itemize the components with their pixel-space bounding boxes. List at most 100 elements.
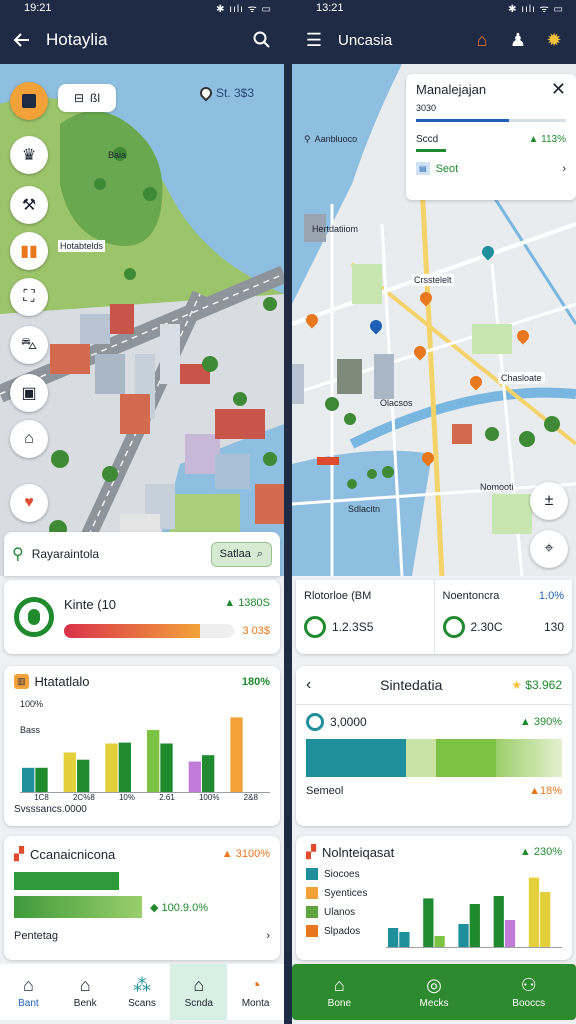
nav-label: Monta bbox=[241, 997, 270, 1009]
plus-icon: ± bbox=[544, 492, 554, 509]
chart-bar bbox=[22, 767, 35, 793]
status-time: 13:21 bbox=[316, 2, 344, 14]
stats-icon: ▞ bbox=[14, 846, 24, 861]
ring-icon bbox=[304, 616, 326, 638]
locate-button[interactable]: ⌖ bbox=[530, 530, 568, 568]
stats-left-value: 1.2.3S5 bbox=[332, 620, 374, 634]
nav-item-home[interactable]: ⌂ Bone bbox=[292, 964, 387, 1020]
chevron-right-icon[interactable]: › bbox=[266, 930, 270, 942]
chart-tick-label: 2&8 bbox=[243, 793, 258, 802]
category-bus-button[interactable]: ▣ bbox=[10, 374, 48, 412]
chart-bar bbox=[63, 752, 76, 793]
search-submit-button[interactable]: Satlaa ⌕ bbox=[210, 541, 272, 567]
map-badge-label: St. 3$3 bbox=[216, 86, 255, 100]
map-label-c: Crsstelelt bbox=[412, 274, 454, 286]
progress-ring-icon bbox=[14, 597, 54, 637]
notification-icon[interactable]: ♟ bbox=[506, 28, 530, 52]
chip-icon: ⊟ bbox=[73, 91, 85, 105]
chart-bar bbox=[188, 761, 201, 793]
stats-right-title: Noentoncra bbox=[442, 590, 500, 602]
home-icon: ⌂ bbox=[24, 430, 34, 447]
scan-icon: ⁂ bbox=[132, 974, 151, 995]
map-label-f: Sdlacitn bbox=[348, 504, 381, 514]
right-phone-screen: 13:21 ✱ ıılı ᯤ ▭ ☰ Uncasia ⌂ ♟ ✹ ⚲ Aanbl… bbox=[292, 0, 576, 1024]
map-label-park: Baia bbox=[108, 150, 127, 160]
chevron-right-icon[interactable]: › bbox=[562, 163, 566, 175]
nav-item-scans[interactable]: ⁂ Scans bbox=[114, 964, 171, 1020]
place-popup[interactable]: Manalejajan ✕ 3030 Sccd ▲ 113% ▤ Seot › bbox=[406, 74, 576, 200]
location-pin-icon bbox=[197, 84, 215, 102]
chart-bar bbox=[540, 892, 551, 948]
legend-item: Siocoes bbox=[306, 868, 382, 880]
car-icon: ⛍ bbox=[20, 336, 38, 353]
map-chip-label: ßl bbox=[90, 91, 101, 105]
bar-chart bbox=[20, 717, 270, 793]
nav-item-booccs[interactable]: ⚇ Booccs bbox=[481, 964, 576, 1020]
category-tools-button[interactable]: ⚒ bbox=[10, 186, 48, 224]
gps-icon: ⌖ bbox=[544, 540, 554, 557]
nav-item-bank[interactable]: ⌂ Benk bbox=[57, 964, 114, 1020]
nav-item-monta[interactable]: ◔ Monta bbox=[227, 964, 284, 1020]
chart-bar bbox=[528, 877, 540, 948]
nav-item-mecks[interactable]: ◎ Mecks bbox=[387, 964, 482, 1020]
menu-icon[interactable]: ☰ bbox=[302, 28, 326, 52]
settings-gear-icon[interactable]: ✹ bbox=[542, 28, 566, 52]
screen-divider bbox=[284, 0, 292, 1024]
summary-card[interactable]: ‹ Sintedatia ★ $3.962 3,0000 ▲ 390% Seme… bbox=[296, 666, 572, 826]
street-map[interactable]: ⚲ Aanbluoco Hertdatiiom Crsstelelt Chaslo… bbox=[292, 64, 576, 576]
map-chip[interactable]: ⊟ ßl bbox=[58, 84, 116, 112]
map-label-b: Hertdatiiom bbox=[312, 224, 359, 234]
legend-item: Syentices bbox=[306, 887, 382, 899]
zoom-in-button[interactable]: ± bbox=[530, 482, 568, 520]
heart-icon: ♥ bbox=[24, 494, 34, 511]
chart-bar bbox=[493, 896, 504, 948]
layers-fab[interactable] bbox=[10, 82, 48, 120]
progress-list-card[interactable]: ▞ Ccanaicnicona ▲ 3100% ◆ 100.9.0% Pentet… bbox=[4, 836, 280, 960]
chart-categories: 1C8 2C%8 10% 2.61 100% 2&8 bbox=[14, 793, 270, 802]
search-icon[interactable] bbox=[250, 28, 274, 52]
list-footer: Pentetag bbox=[14, 930, 59, 942]
progress-card[interactable]: Kinte (10 ▲ 1380S 3 03$ bbox=[4, 580, 280, 654]
category-car-button[interactable]: ⛍ bbox=[10, 326, 48, 364]
nav-label: Benk bbox=[73, 997, 97, 1009]
popup-subtitle: 3030 bbox=[416, 103, 437, 113]
app-title: Hotaylia bbox=[46, 30, 108, 49]
chart-legend: Siocoes Syentices Ulanos Slpados bbox=[306, 868, 382, 948]
legend-item: Slpados bbox=[306, 925, 382, 937]
popup-row2-label: Seot bbox=[435, 162, 459, 175]
chart-bar bbox=[423, 898, 434, 948]
stats-right-delta: 1.0% bbox=[538, 590, 564, 602]
city-map[interactable]: ⊟ ßl St. 3$3 Baia Hotabtelds ♛ ⚒ ▮▮ ⛶ ⛍ … bbox=[0, 64, 284, 576]
chef-icon: ♛ bbox=[21, 147, 37, 164]
category-chef-button[interactable]: ♛ bbox=[10, 136, 48, 174]
nav-label: Booccs bbox=[512, 997, 546, 1009]
back-arrow-icon[interactable] bbox=[10, 28, 34, 52]
home-icon: ⌂ bbox=[333, 974, 345, 995]
status-time: 19:21 bbox=[24, 2, 52, 14]
ring-icon bbox=[442, 616, 465, 638]
category-shop-button[interactable]: ⛶ bbox=[10, 278, 48, 316]
chart-footer: Svsssancs.0000 bbox=[14, 804, 87, 815]
progress-list-delta: ▲ 3100% bbox=[221, 848, 270, 860]
legend-chart-card[interactable]: ▞ Nolnteiqasat ▲ 230% Siocoes Syentices U… bbox=[296, 836, 572, 960]
map-pin-icon: ⚲ bbox=[12, 546, 24, 563]
list-icon: ▤ bbox=[416, 162, 430, 175]
stats-card[interactable]: Rlotorloe (BM 1.2.3S5 Noentoncra 1.0% 2.… bbox=[296, 580, 572, 654]
search-bar[interactable]: ⚲ Rayaraintola Satlaa ⌕ bbox=[4, 532, 280, 576]
bar-chart bbox=[386, 877, 562, 948]
category-home-button[interactable]: ⌂ bbox=[10, 420, 48, 458]
status-bar: 19:21 ✱ ıılı ᯤ ▭ bbox=[0, 0, 284, 16]
nav-item-scnda[interactable]: ⌂ Scnda bbox=[170, 964, 228, 1020]
nav-item-home[interactable]: ⌂ Bant bbox=[0, 964, 57, 1020]
bar-chart-card[interactable]: ▥ Htatatlalo 180% 100% Bass 1C8 2C%8 10% 2.6… bbox=[4, 666, 280, 826]
category-heart-button[interactable]: ♥ bbox=[10, 484, 48, 522]
house-icon[interactable]: ⌂ bbox=[470, 28, 494, 52]
progress-card-title: Kinte (10 bbox=[64, 596, 117, 612]
summary-row1: 3,0000 bbox=[330, 715, 367, 729]
star-icon: ★ bbox=[511, 678, 522, 692]
legend-chart-title: Nolnteiqasat bbox=[322, 844, 395, 860]
bank-icon: ⌂ bbox=[79, 974, 91, 995]
stats-right-value2: 130 bbox=[543, 620, 564, 634]
close-icon[interactable]: ✕ bbox=[551, 80, 566, 98]
category-food-button[interactable]: ▮▮ bbox=[10, 232, 48, 270]
